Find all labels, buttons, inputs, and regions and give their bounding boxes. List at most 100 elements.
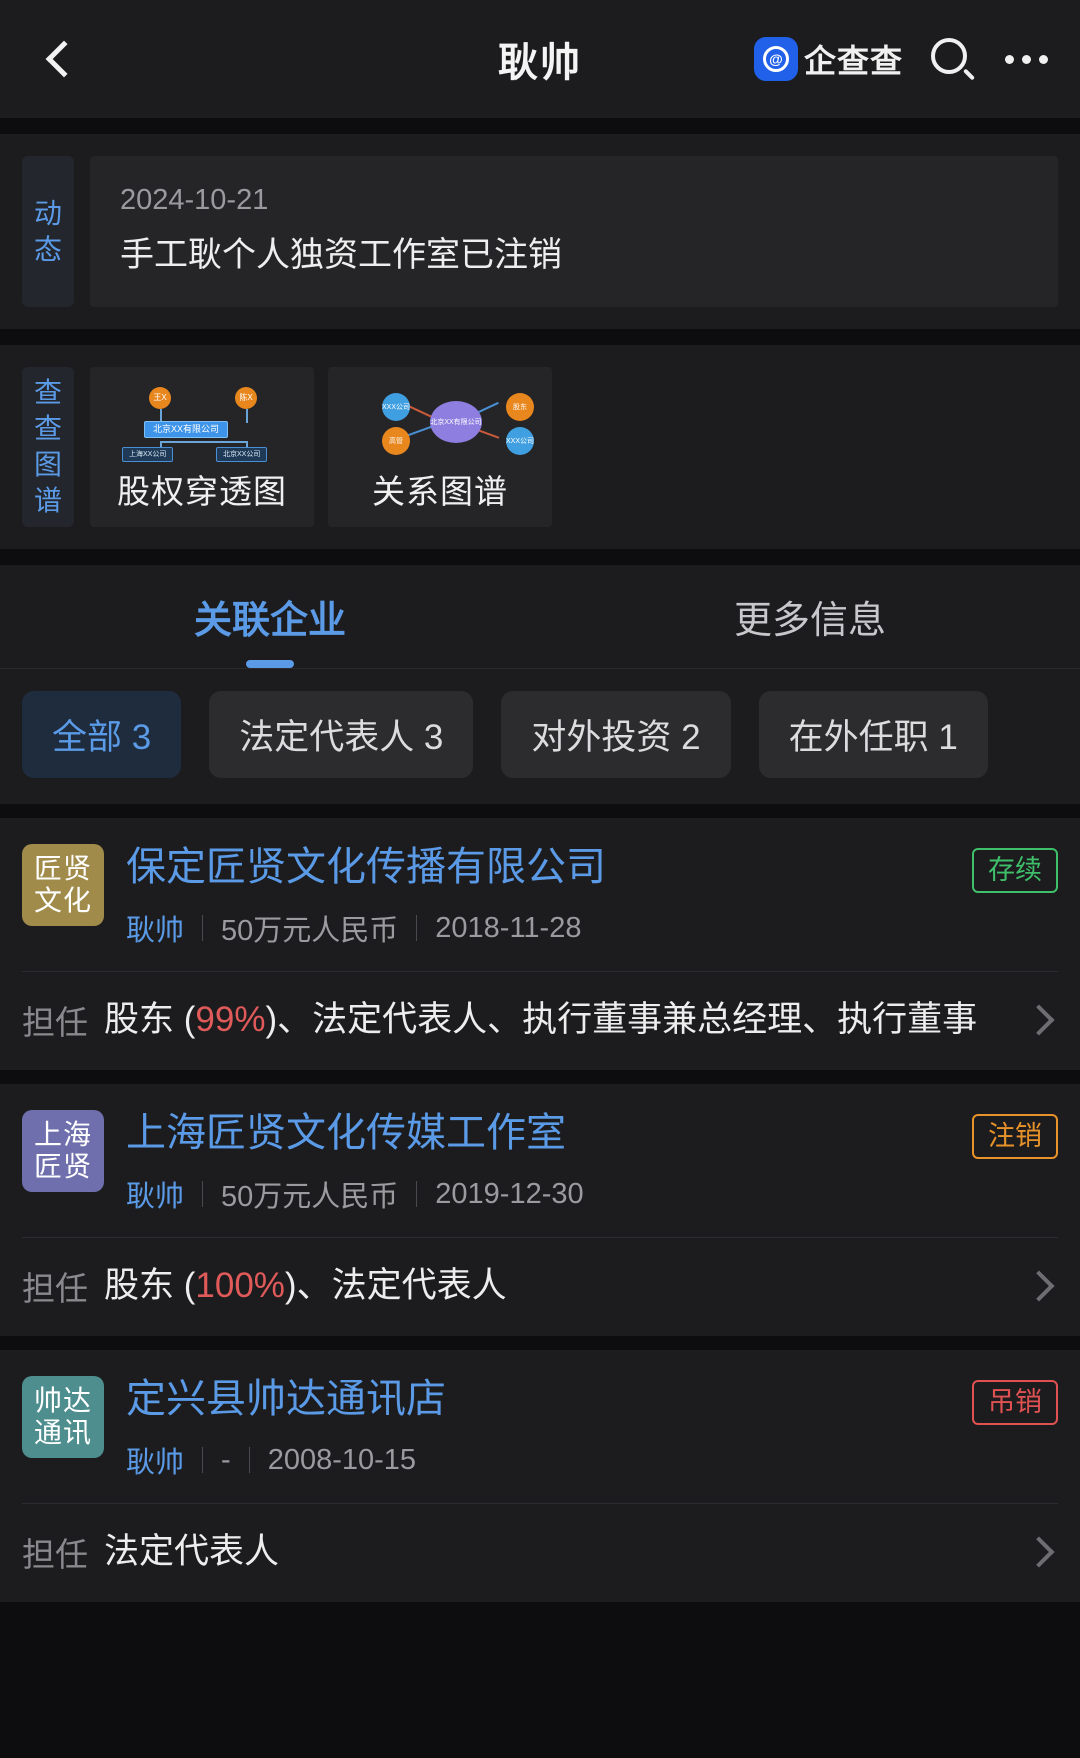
- company-logo-line-2: 匠贤: [33, 1151, 92, 1183]
- role-prefix: 股东 (: [104, 1266, 196, 1306]
- tab-bar: 关联企业 更多信息: [0, 565, 1080, 670]
- relation-graph-thumbnail: 北京XX有限公司 XXX公司 股东 高管 XXX公司: [338, 379, 542, 459]
- company-logo: 匠贤 文化: [22, 844, 104, 927]
- brand-name: 企查查: [803, 43, 903, 79]
- dynamics-date: 2024-10-21: [120, 184, 269, 216]
- company-logo-line-2: 文化: [33, 885, 92, 917]
- company-name[interactable]: 保定匠贤文化传播有限公司: [126, 844, 606, 890]
- company-card[interactable]: 匠贤 文化 保定匠贤文化传播有限公司 存续 耿帅 50万元人民币 2018-11…: [0, 818, 1080, 1071]
- company-name[interactable]: 定兴县帅达通讯店: [126, 1376, 446, 1422]
- spacer: [0, 804, 1080, 819]
- role-text: 法定代表人: [104, 1529, 1012, 1575]
- relation-node-top-left: XXX公司: [382, 393, 410, 422]
- search-circle: [931, 38, 967, 74]
- company-legal-person: 耿帅: [126, 915, 185, 948]
- company-card-header: 匠贤 文化 保定匠贤文化传播有限公司 存续 耿帅 50万元人民币 2018-11…: [22, 844, 1058, 949]
- chevron-left-icon: [45, 40, 83, 78]
- spacer: [0, 549, 1080, 566]
- graph-row: 查 查 图 谱 王X 陈X 北京XX有限公司 上海XX公司 北京XX公司 股权穿…: [0, 367, 1080, 528]
- company-card-body: 保定匠贤文化传播有限公司 存续 耿帅 50万元人民币 2018-11-28: [126, 844, 1058, 949]
- graph-side-char-2: 查: [33, 413, 62, 445]
- meta-separator: [416, 915, 418, 942]
- qichacha-mark-icon: @: [753, 37, 798, 81]
- dot-2: [1022, 54, 1031, 64]
- role-prefix: 股东 (: [104, 1000, 196, 1040]
- relation-node-bottom-left: 高管: [382, 427, 410, 456]
- relation-node-top-right: 股东: [506, 393, 534, 422]
- company-name[interactable]: 上海匠贤文化传媒工作室: [126, 1110, 566, 1156]
- equity-shareholder-right-label: 陈X: [235, 387, 257, 410]
- equity-node-shareholder-left: 王X: [149, 387, 171, 410]
- company-capital: 50万元人民币: [221, 1181, 399, 1214]
- status-badge: 存续: [972, 848, 1058, 894]
- company-logo-line-1: 匠贤: [33, 853, 92, 885]
- role-suffix: )、法定代表人、执行董事兼总经理、执行董事: [265, 1000, 978, 1040]
- spacer: [0, 118, 1080, 134]
- at-glyph: @: [762, 46, 789, 72]
- dynamics-text: 手工耿个人独资工作室已注销: [120, 236, 562, 274]
- equity-node-shareholder-right: 陈X: [235, 387, 257, 410]
- tab-more-info-label: 更多信息: [733, 600, 886, 643]
- app-header: 耿帅 @ 企查查: [0, 0, 1080, 118]
- company-title-row: 定兴县帅达通讯店 吊销: [126, 1376, 1058, 1426]
- search-handle: [962, 68, 976, 81]
- equity-shareholder-left-label: 王X: [149, 387, 171, 410]
- filter-chip-investment[interactable]: 对外投资 2: [501, 691, 731, 779]
- graph-section: 查 查 图 谱 王X 陈X 北京XX有限公司 上海XX公司 北京XX公司 股权穿…: [0, 345, 1080, 550]
- filter-chip-legal-rep[interactable]: 法定代表人 3: [209, 691, 474, 779]
- meta-separator: [248, 1447, 250, 1474]
- company-card-header: 帅达 通讯 定兴县帅达通讯店 吊销 耿帅 - 2008-10-15: [22, 1376, 1058, 1481]
- meta-separator: [202, 1181, 204, 1208]
- company-role-row[interactable]: 担任 股东 (99%)、法定代表人、执行董事兼总经理、执行董事: [22, 971, 1058, 1070]
- filter-chip-row: 全部 3 法定代表人 3 对外投资 2 在外任职 1: [0, 669, 1080, 805]
- tab-more-info[interactable]: 更多信息: [540, 565, 1080, 668]
- company-card[interactable]: 帅达 通讯 定兴县帅达通讯店 吊销 耿帅 - 2008-10-15 担任 法定代…: [0, 1350, 1080, 1603]
- filter-chip-position[interactable]: 在外任职 1: [758, 691, 988, 779]
- dynamics-body[interactable]: 2024-10-21 手工耿个人独资工作室已注销: [90, 156, 1058, 308]
- equity-diagram-thumbnail: 王X 陈X 北京XX有限公司 上海XX公司 北京XX公司: [100, 379, 304, 463]
- back-button[interactable]: [28, 27, 92, 91]
- spacer: [0, 1070, 1080, 1085]
- role-text: 股东 (99%)、法定代表人、执行董事兼总经理、执行董事: [104, 997, 1012, 1043]
- graph-card-equity-label: 股权穿透图: [117, 473, 287, 511]
- equity-edge-bus: [160, 441, 248, 444]
- filter-chip-all[interactable]: 全部 3: [22, 691, 182, 779]
- more-horizontal-icon[interactable]: [1001, 45, 1052, 74]
- search-icon[interactable]: [929, 36, 976, 82]
- company-meta: 耿帅 - 2008-10-15: [126, 1439, 1058, 1481]
- role-suffix: )、法定代表人: [284, 1266, 507, 1306]
- dynamics-row[interactable]: 动 态 2024-10-21 手工耿个人独资工作室已注销: [0, 156, 1080, 308]
- graph-card-relation[interactable]: 北京XX有限公司 XXX公司 股东 高管 XXX公司 关系图谱: [328, 367, 552, 528]
- company-legal-person: 耿帅: [126, 1181, 185, 1214]
- meta-separator: [202, 915, 204, 942]
- spacer: [0, 1336, 1080, 1351]
- company-capital: -: [221, 1443, 231, 1476]
- brand-logo: @ 企查查: [753, 36, 903, 82]
- role-percent: 99%: [195, 1000, 266, 1040]
- company-role-row[interactable]: 担任 股东 (100%)、法定代表人: [22, 1237, 1058, 1336]
- graph-side-char-1: 查: [33, 377, 62, 409]
- role-percent: 100%: [195, 1266, 285, 1306]
- graph-card-equity[interactable]: 王X 陈X 北京XX有限公司 上海XX公司 北京XX公司 股权穿透图: [90, 367, 314, 528]
- company-logo: 帅达 通讯: [22, 1376, 104, 1459]
- company-logo: 上海 匠贤: [22, 1110, 104, 1193]
- equity-sub-left-label: 上海XX公司: [122, 447, 174, 463]
- tab-related-companies[interactable]: 关联企业: [0, 565, 540, 669]
- role-label: 担任: [22, 1004, 88, 1042]
- equity-company-label: 北京XX有限公司: [144, 421, 229, 439]
- company-card[interactable]: 上海 匠贤 上海匠贤文化传媒工作室 注销 耿帅 50万元人民币 2019-12-…: [0, 1084, 1080, 1337]
- dynamics-section: 动 态 2024-10-21 手工耿个人独资工作室已注销: [0, 134, 1080, 330]
- dot-1: [1005, 54, 1014, 64]
- company-date: 2019-12-30: [435, 1177, 584, 1210]
- chevron-right-icon: [1023, 1270, 1055, 1302]
- company-meta: 耿帅 50万元人民币 2019-12-30: [126, 1173, 1058, 1215]
- dynamics-side-char-2: 态: [33, 233, 62, 265]
- dynamics-side-char-1: 动: [33, 197, 62, 229]
- chevron-right-icon: [1023, 1536, 1055, 1568]
- company-logo-line-1: 帅达: [33, 1385, 92, 1417]
- company-role-row[interactable]: 担任 法定代表人: [22, 1503, 1058, 1602]
- spacer: [0, 329, 1080, 346]
- graph-side-char-3: 图: [33, 449, 62, 481]
- company-card-body: 上海匠贤文化传媒工作室 注销 耿帅 50万元人民币 2019-12-30: [126, 1110, 1058, 1215]
- meta-separator: [202, 1447, 204, 1474]
